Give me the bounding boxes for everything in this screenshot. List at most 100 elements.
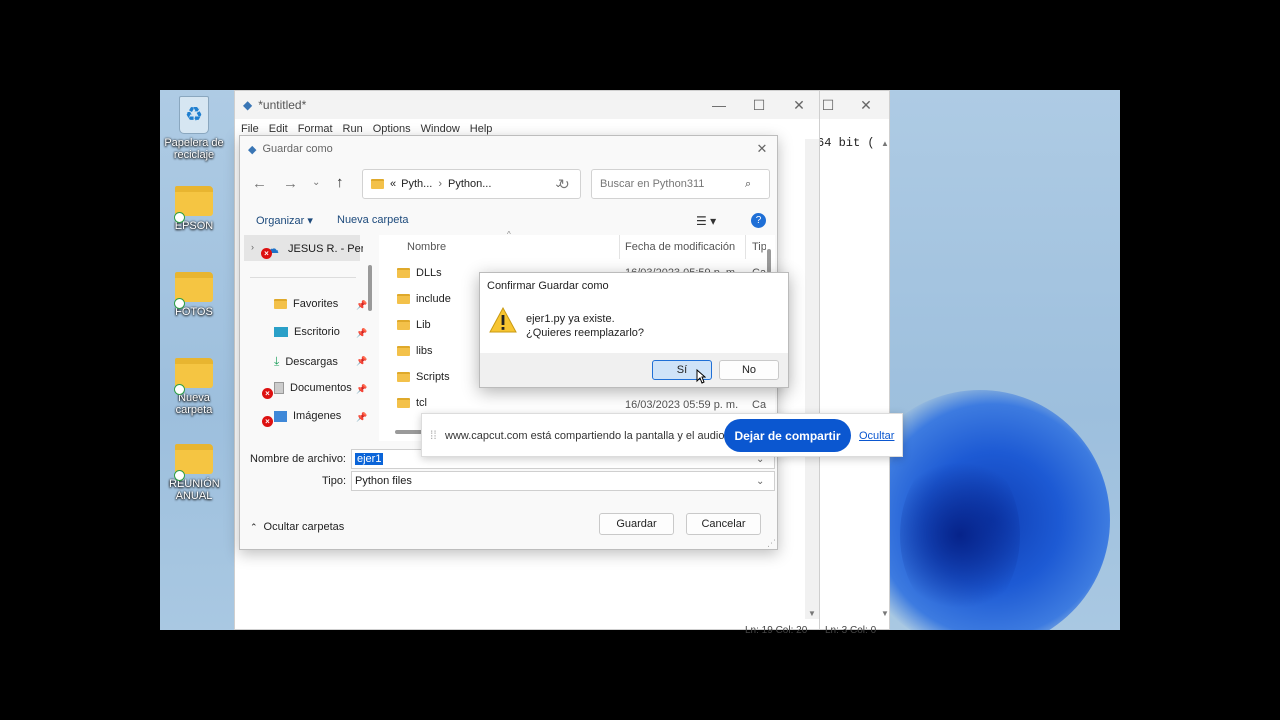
close-icon[interactable]: ✕ bbox=[779, 97, 819, 114]
status-bar: Ln: 19 Col: 20 bbox=[745, 625, 808, 636]
recent-locations-icon[interactable]: ⌄ bbox=[312, 177, 320, 188]
hide-link[interactable]: Ocultar bbox=[859, 430, 894, 442]
menu-edit[interactable]: Edit bbox=[269, 123, 288, 135]
column-name[interactable]: Nombre bbox=[407, 241, 446, 253]
error-badge-icon: × bbox=[261, 248, 272, 259]
file-row[interactable]: include bbox=[397, 293, 451, 305]
confirm-title: Confirmar Guardar como bbox=[487, 280, 609, 292]
desktop-icon-reunion-anual[interactable]: REUNIÓN ANUAL bbox=[160, 444, 228, 502]
sort-up-icon: ^ bbox=[507, 230, 511, 239]
desktop-icon-epson[interactable]: EPSON bbox=[160, 186, 228, 232]
sync-check-icon bbox=[174, 298, 185, 309]
pictures-icon bbox=[274, 410, 287, 422]
menu-file[interactable]: File bbox=[241, 123, 259, 135]
desktop-icon-nueva-carpeta[interactable]: Nueva carpeta bbox=[160, 358, 228, 416]
address-overflow[interactable]: « bbox=[390, 178, 396, 190]
scroll-down-icon[interactable]: ▼ bbox=[808, 609, 816, 618]
forward-arrow-icon[interactable]: → bbox=[283, 175, 298, 192]
hide-folders-toggle[interactable]: ⌃ Ocultar carpetas bbox=[250, 521, 344, 533]
navigation-pane: › ☁ × JESUS R. - Personal Favorites 📌 Es… bbox=[244, 235, 372, 441]
screen-share-bar[interactable]: ⁞⁞ www.capcut.com está compartiendo la p… bbox=[421, 413, 903, 457]
file-row[interactable]: Lib bbox=[397, 319, 431, 331]
pin-icon[interactable]: 📌 bbox=[356, 384, 367, 395]
sidebar-item-escritorio[interactable]: Escritorio bbox=[274, 326, 340, 338]
file-name: DLLs bbox=[416, 267, 442, 279]
file-row[interactable]: libs bbox=[397, 345, 433, 357]
breadcrumb-python311[interactable]: Python... bbox=[448, 178, 554, 190]
share-message: www.capcut.com está compartiendo la pant… bbox=[445, 430, 728, 442]
pin-icon[interactable]: 📌 bbox=[356, 412, 367, 423]
menu-run[interactable]: Run bbox=[343, 123, 363, 135]
sidebar-item-onedrive[interactable]: JESUS R. - Personal bbox=[288, 243, 363, 255]
column-type[interactable]: Tipo bbox=[752, 241, 766, 253]
desktop-icon-recycle-bin[interactable]: ♻ Papelera de reciclaje bbox=[160, 96, 228, 161]
refresh-icon[interactable]: ↻ bbox=[558, 176, 570, 193]
search-icon: ⌕ bbox=[745, 177, 752, 190]
confirm-message-line2: ¿Quieres reemplazarlo? bbox=[526, 327, 644, 339]
help-icon[interactable]: ? bbox=[751, 213, 766, 228]
search-box[interactable]: Buscar en Python311 ⌕ bbox=[591, 169, 770, 199]
column-date[interactable]: Fecha de modificación bbox=[625, 241, 735, 253]
address-bar[interactable]: « Pyth... › Python... ⌄ bbox=[362, 169, 581, 199]
save-button[interactable]: Guardar bbox=[599, 513, 674, 535]
close-icon[interactable]: ✕ bbox=[847, 97, 885, 114]
menu-window[interactable]: Window bbox=[421, 123, 460, 135]
idle-shell-window[interactable]: ☐ ✕ 64 bit ( ▲ ▼ Ln: 3 Col: 0 bbox=[808, 90, 890, 636]
folder-icon bbox=[397, 346, 410, 356]
chevron-right-icon[interactable]: › bbox=[251, 242, 254, 252]
folder-icon bbox=[397, 268, 410, 278]
resize-grip-icon[interactable]: ⋰ bbox=[767, 538, 776, 549]
new-folder-button[interactable]: Nueva carpeta bbox=[337, 214, 409, 226]
stop-sharing-button[interactable]: Dejar de compartir bbox=[724, 419, 851, 452]
menu-options[interactable]: Options bbox=[373, 123, 411, 135]
sidebar-item-label: Descargas bbox=[285, 355, 338, 368]
maximize-icon[interactable]: ☐ bbox=[739, 97, 779, 114]
status-bar: Ln: 3 Col: 0 bbox=[825, 625, 877, 636]
pin-icon[interactable]: 📌 bbox=[356, 300, 367, 311]
sidebar-item-favorites[interactable]: Favorites bbox=[274, 298, 338, 310]
cancel-button[interactable]: Cancelar bbox=[686, 513, 761, 535]
python-icon: ◆ bbox=[248, 143, 257, 156]
back-arrow-icon[interactable]: ← bbox=[252, 175, 267, 192]
desktop-icon bbox=[274, 327, 288, 337]
menu-help[interactable]: Help bbox=[470, 123, 493, 135]
folder-icon bbox=[397, 398, 410, 408]
minimize-icon[interactable]: — bbox=[699, 97, 739, 113]
file-row[interactable]: Scripts bbox=[397, 371, 450, 383]
type-select[interactable]: Python files ⌄ bbox=[351, 471, 775, 491]
file-row[interactable]: DLLs bbox=[397, 267, 442, 279]
sidebar-scrollbar[interactable] bbox=[368, 265, 372, 311]
window-title: *untitled* bbox=[258, 98, 307, 112]
sidebar-item-label: Documentos bbox=[290, 382, 352, 394]
sidebar-item-imagenes[interactable]: Imágenes bbox=[274, 410, 341, 422]
shell-text: 64 bit ( bbox=[817, 136, 875, 150]
sync-check-icon bbox=[174, 384, 185, 395]
desktop-icon-fotos[interactable]: FOTOS bbox=[160, 272, 228, 318]
file-name: tcl bbox=[416, 397, 427, 409]
desktop-icon-label: REUNIÓN ANUAL bbox=[169, 478, 220, 502]
menu-format[interactable]: Format bbox=[298, 123, 333, 135]
breadcrumb-separator: › bbox=[438, 178, 442, 190]
scroll-up-icon[interactable]: ▲ bbox=[881, 139, 889, 148]
sidebar-item-descargas[interactable]: ⤓ Descargas bbox=[274, 354, 338, 369]
up-arrow-icon[interactable]: ↑ bbox=[336, 174, 344, 191]
search-input[interactable]: Buscar en Python311 bbox=[600, 178, 745, 190]
scroll-down-icon[interactable]: ▼ bbox=[881, 609, 889, 618]
pin-icon[interactable]: 📌 bbox=[356, 328, 367, 339]
view-options-icon[interactable]: ☰ ▾ bbox=[696, 214, 716, 228]
chevron-up-icon: ⌃ bbox=[250, 521, 258, 532]
no-button[interactable]: No bbox=[719, 360, 779, 380]
organize-button[interactable]: Organizar ▾ bbox=[256, 214, 313, 227]
sidebar-item-documentos[interactable]: Documentos bbox=[274, 382, 352, 394]
confirm-save-dialog[interactable]: Confirmar Guardar como ejer1.py ya exist… bbox=[479, 272, 789, 388]
pin-icon[interactable]: 📌 bbox=[356, 356, 367, 367]
vertical-scrollbar[interactable] bbox=[767, 249, 771, 273]
file-row[interactable]: tcl bbox=[397, 397, 427, 409]
breadcrumb-python[interactable]: Pyth... bbox=[401, 178, 432, 190]
chevron-down-icon[interactable]: ⌄ bbox=[756, 476, 774, 487]
sync-check-icon bbox=[174, 212, 185, 223]
document-icon bbox=[274, 382, 284, 394]
close-icon[interactable]: ✕ bbox=[747, 141, 777, 157]
editor-scrollbar[interactable] bbox=[805, 139, 819, 619]
drag-handle-icon[interactable]: ⁞⁞ bbox=[430, 428, 437, 442]
